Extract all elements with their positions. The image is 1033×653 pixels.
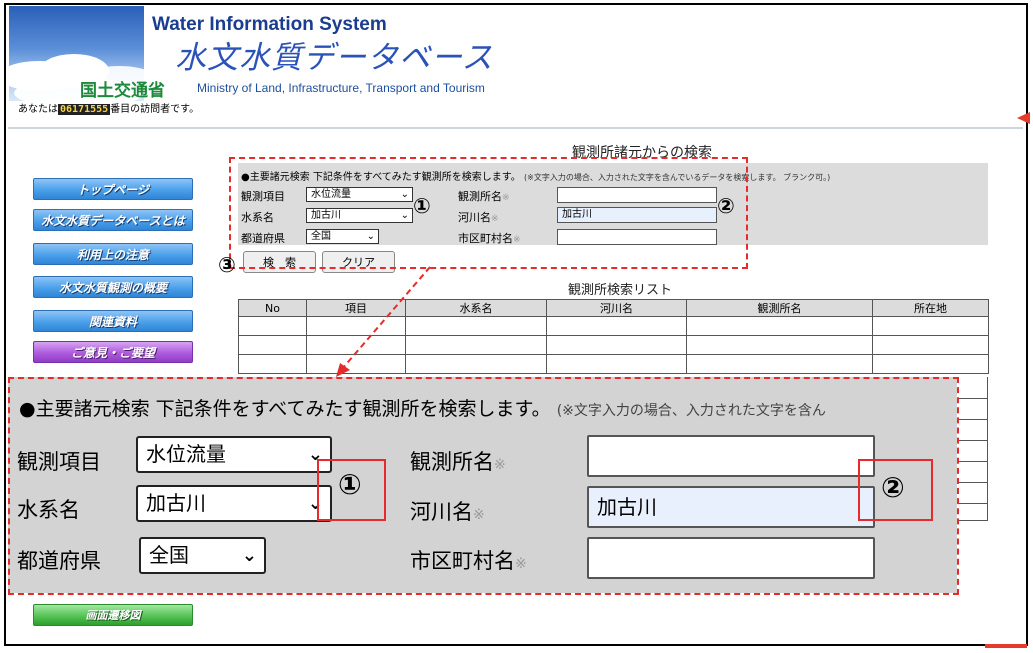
- zoom-arrow: [336, 266, 431, 377]
- sidebar-item-sitemap[interactable]: 画面遷移図: [33, 604, 193, 626]
- sidebar-item-notes[interactable]: 利用上の注意: [33, 243, 193, 265]
- visitor-count: 06171555: [58, 104, 111, 115]
- visitor-prefix: あなたは: [18, 104, 58, 115]
- callout-3: ③: [218, 253, 236, 277]
- sidebar-item-top[interactable]: トップページ: [33, 178, 193, 200]
- table-right-border: [987, 377, 988, 520]
- callout-1: ①: [413, 194, 431, 218]
- col-location: 所在地: [872, 299, 989, 317]
- zoom-callout-2: ②: [881, 471, 905, 504]
- visitor-counter: あなたは 06171555 番目の訪問者です。: [18, 100, 199, 115]
- callout-2: ②: [717, 194, 735, 218]
- col-no: No: [238, 299, 307, 317]
- site-title-jp: 水文水質データベース: [175, 40, 494, 76]
- red-line-marker: [985, 644, 1027, 648]
- zoom-callout-1: ①: [338, 468, 362, 501]
- zoom-highlight-dashed-box: [8, 377, 959, 595]
- sidebar-item-feedback[interactable]: ご意見・ご要望: [33, 341, 193, 363]
- sidebar-item-documents[interactable]: 関連資料: [33, 310, 193, 332]
- header-divider: [8, 127, 1023, 129]
- red-arrow-marker: [1017, 112, 1030, 124]
- col-station: 観測所名: [686, 299, 873, 317]
- col-river: 河川名: [546, 299, 687, 317]
- ministry-name-en: Ministry of Land, Infrastructure, Transp…: [197, 81, 485, 95]
- results-title: 観測所検索リスト: [568, 283, 673, 298]
- sidebar-item-overview[interactable]: 水文水質観測の概要: [33, 276, 193, 298]
- visitor-suffix: 番目の訪問者です。: [110, 104, 200, 115]
- sidebar-item-about[interactable]: 水文水質データベースとは: [33, 209, 193, 231]
- ministry-name-jp: 国土交通省: [80, 81, 165, 101]
- highlight-dashed-box: [229, 157, 748, 269]
